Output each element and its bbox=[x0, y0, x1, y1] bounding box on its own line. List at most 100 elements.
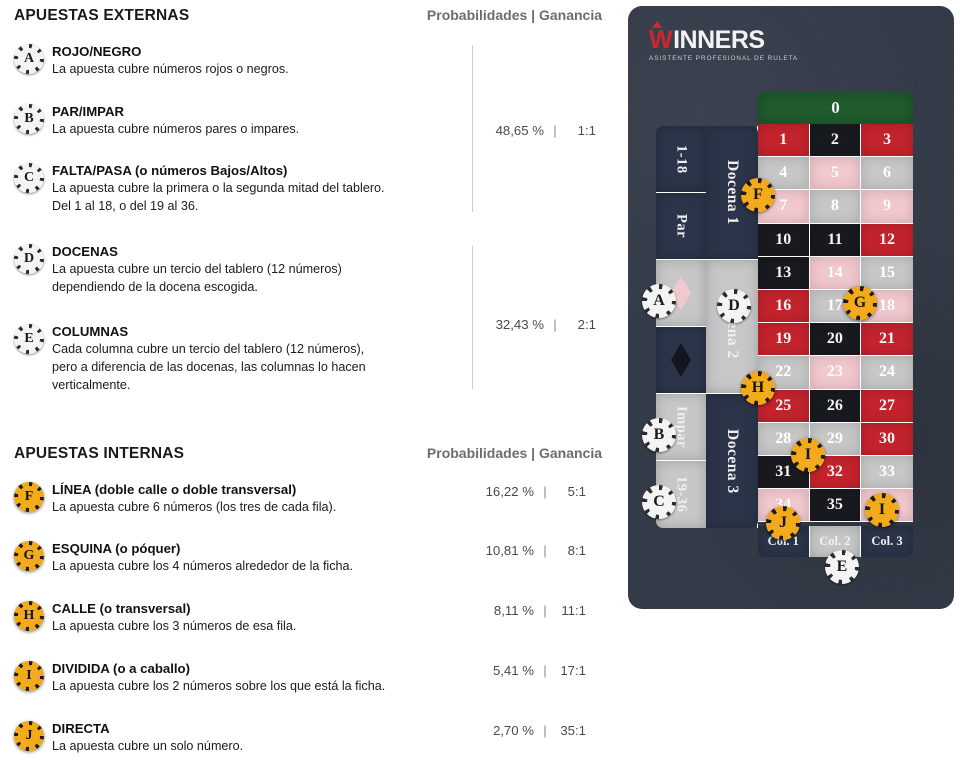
chip-badge-b: B bbox=[14, 104, 44, 134]
chip-letter: A bbox=[653, 292, 665, 309]
roulette-board-panel: W INNERS ASISTENTE PROFESIONAL DE RULETA … bbox=[628, 6, 954, 609]
bet-item-docenas[interactable]: D DOCENAS La apuesta cubre un tercio del… bbox=[14, 244, 342, 297]
chip-badge-a: A bbox=[14, 44, 44, 74]
odds-separator: | bbox=[543, 484, 547, 499]
bet-name: DIRECTA bbox=[52, 721, 110, 736]
cell-number[interactable]: 14 bbox=[809, 256, 862, 290]
logo-wordmark-rest: INNERS bbox=[673, 26, 765, 54]
chip-letter: B bbox=[24, 111, 34, 126]
odds-probability: 10,81 % bbox=[485, 543, 534, 558]
chip-letter: D bbox=[23, 251, 35, 266]
bet-desc-line: La apuesta cubre 6 números (los tres de … bbox=[52, 499, 337, 514]
cell-number[interactable]: 16 bbox=[758, 289, 810, 324]
odds-separator: | bbox=[543, 723, 547, 738]
board-chip-g[interactable]: G bbox=[843, 286, 877, 320]
bet-item-rojo-negro[interactable]: A ROJO/NEGRO La apuesta cubre números ro… bbox=[14, 44, 289, 79]
cell-number[interactable]: 33 bbox=[861, 455, 913, 490]
bet-item-linea[interactable]: F LÍNEA (doble calle o doble transversal… bbox=[14, 482, 336, 517]
internal-bets-columns-label: Probabilidades | Ganancia bbox=[426, 445, 602, 461]
cell-1-18[interactable]: 1-18 bbox=[656, 126, 706, 193]
cell-number[interactable]: 15 bbox=[861, 256, 913, 290]
cell-par[interactable]: Par bbox=[656, 193, 706, 260]
bet-item-columnas[interactable]: E COLUMNAS Cada columna cubre un tercio … bbox=[14, 324, 366, 395]
cell-number[interactable]: 12 bbox=[861, 223, 913, 257]
board-chip-c[interactable]: C bbox=[642, 485, 676, 519]
bet-name: ESQUINA (o póquer) bbox=[52, 541, 181, 556]
cell-number[interactable]: 3 bbox=[861, 124, 913, 158]
logo-tagline: ASISTENTE PROFESIONAL DE RULETA bbox=[649, 55, 799, 62]
odds-payout: 1:1 bbox=[577, 123, 596, 138]
odds-probability: 16,22 % bbox=[485, 484, 534, 499]
winners-logo: W INNERS ASISTENTE PROFESIONAL DE RULETA bbox=[649, 21, 799, 62]
cell-number[interactable]: 23 bbox=[809, 356, 862, 390]
cell-number[interactable]: 1 bbox=[758, 124, 810, 158]
bet-desc-line: La apuesta cubre los 2 números sobre los… bbox=[52, 678, 386, 693]
chip-badge-h: H bbox=[14, 601, 44, 631]
odds-linea: 16,22 % | 5:1 bbox=[482, 484, 586, 499]
cell-col-3[interactable]: Col. 3 bbox=[861, 526, 913, 558]
number-row: 28 29 30 bbox=[758, 422, 913, 456]
cell-number[interactable]: 11 bbox=[809, 223, 862, 257]
cell-number[interactable]: 30 bbox=[861, 422, 913, 456]
odds-probability: 2,70 % bbox=[492, 723, 534, 738]
bet-name: CALLE (o transversal) bbox=[52, 601, 191, 616]
bet-desc-line: La apuesta cubre un solo número. bbox=[52, 738, 244, 753]
board-chip-d[interactable]: D bbox=[717, 289, 751, 323]
bet-item-esquina[interactable]: G ESQUINA (o póquer) La apuesta cubre lo… bbox=[14, 541, 353, 576]
board-chip-j[interactable]: J bbox=[766, 506, 800, 540]
cell-number[interactable]: 8 bbox=[809, 190, 862, 224]
odds-calle: 8,11 % | 11:1 bbox=[482, 603, 586, 618]
logo-w-letter: W bbox=[649, 21, 673, 54]
chip-letter: D bbox=[728, 297, 740, 314]
number-row: 16 17 18 bbox=[758, 289, 913, 324]
number-row: 13 14 15 bbox=[758, 256, 913, 290]
chip-letter: H bbox=[23, 608, 35, 623]
cell-black-diamond[interactable] bbox=[656, 327, 706, 394]
cell-number[interactable]: 24 bbox=[861, 356, 913, 390]
cell-number[interactable]: 13 bbox=[758, 256, 810, 290]
odds-probability: 5,41 % bbox=[492, 663, 534, 678]
cell-number[interactable]: 35 bbox=[809, 489, 862, 523]
board-chip-a[interactable]: A bbox=[642, 284, 676, 318]
cell-number[interactable]: 10 bbox=[758, 223, 810, 257]
cell-number[interactable]: 5 bbox=[809, 157, 862, 191]
chip-badge-g: G bbox=[14, 541, 44, 571]
bet-name: PAR/IMPAR bbox=[52, 104, 125, 119]
external-bets-columns-label: Probabilidades | Ganancia bbox=[426, 7, 602, 23]
chip-letter: G bbox=[853, 294, 867, 311]
cell-number[interactable]: 6 bbox=[861, 157, 913, 191]
cell-number[interactable]: 9 bbox=[861, 190, 913, 224]
bet-item-calle[interactable]: H CALLE (o transversal) La apuesta cubre… bbox=[14, 601, 296, 636]
bet-item-par-impar[interactable]: B PAR/IMPAR La apuesta cubre números par… bbox=[14, 104, 299, 139]
odds-directa: 2,70 % | 35:1 bbox=[482, 723, 586, 738]
chip-badge-d: D bbox=[14, 244, 44, 274]
cell-number[interactable]: 2 bbox=[809, 124, 862, 158]
board-chip-e[interactable]: E bbox=[825, 550, 859, 584]
cell-number[interactable]: 27 bbox=[861, 389, 913, 423]
odds-esquina: 10,81 % | 8:1 bbox=[482, 543, 586, 558]
bet-name: FALTA/PASA (o números Bajos/Altos) bbox=[52, 163, 288, 178]
bet-name: LÍNEA (doble calle o doble transversal) bbox=[52, 482, 297, 497]
cell-docena-3[interactable]: Docena 3 bbox=[706, 394, 758, 528]
board-chip-f[interactable]: F bbox=[741, 178, 775, 212]
board-chip-i-2[interactable]: I bbox=[865, 493, 899, 527]
bet-item-falta-pasa[interactable]: C FALTA/PASA (o números Bajos/Altos) La … bbox=[14, 163, 385, 216]
cell-number[interactable]: 20 bbox=[809, 323, 862, 357]
cell-zero[interactable]: 0 bbox=[758, 92, 913, 124]
chip-badge-i: I bbox=[14, 661, 44, 691]
numbers-grid: 0 1 2 3 4 5 6 7 8 9 10 11 12 13 14 15 16… bbox=[758, 92, 913, 558]
board-chip-b[interactable]: B bbox=[642, 418, 676, 452]
board-chip-i-1[interactable]: I bbox=[791, 438, 825, 472]
bet-item-directa[interactable]: J DIRECTA La apuesta cubre un solo númer… bbox=[14, 721, 243, 756]
chip-letter: J bbox=[25, 728, 33, 743]
odds-dividida: 5,41 % | 17:1 bbox=[482, 663, 586, 678]
cell-number[interactable]: 26 bbox=[809, 389, 862, 423]
board-chip-h[interactable]: H bbox=[741, 371, 775, 405]
cell-number[interactable]: 19 bbox=[758, 323, 810, 357]
chip-letter: B bbox=[653, 426, 665, 443]
chip-badge-j: J bbox=[14, 721, 44, 751]
bet-item-dividida[interactable]: I DIVIDIDA (o a caballo) La apuesta cubr… bbox=[14, 661, 385, 696]
odds-group-divider bbox=[472, 45, 473, 212]
cell-number[interactable]: 21 bbox=[861, 323, 913, 357]
odds-payout: 5:1 bbox=[567, 484, 586, 499]
